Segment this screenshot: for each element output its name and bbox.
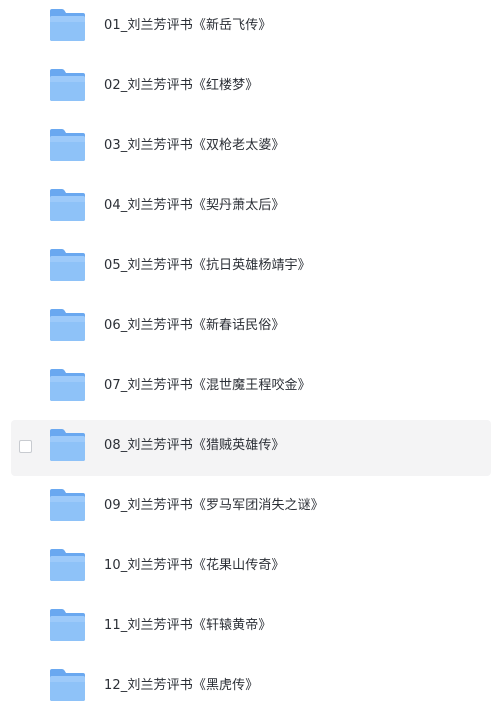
folder-icon[interactable] xyxy=(49,368,86,402)
folder-row[interactable]: 02_刘兰芳评书《红楼梦》 xyxy=(11,60,491,116)
folder-name[interactable]: 04_刘兰芳评书《契丹萧太后》 xyxy=(104,197,285,215)
folder-icon[interactable] xyxy=(49,8,86,42)
folder-row[interactable]: 10_刘兰芳评书《花果山传奇》 xyxy=(11,540,491,596)
folder-row[interactable]: 08_刘兰芳评书《猎贼英雄传》 xyxy=(11,420,491,476)
file-list: 01_刘兰芳评书《新岳飞传》 02_刘兰芳评书《红楼梦》 03_刘兰芳评书《双枪老太… xyxy=(0,0,491,707)
folder-icon[interactable] xyxy=(49,668,86,702)
folder-icon[interactable] xyxy=(49,248,86,282)
folder-row[interactable]: 12_刘兰芳评书《黑虎传》 xyxy=(11,660,491,716)
folder-row[interactable]: 05_刘兰芳评书《抗日英雄杨靖宇》 xyxy=(11,240,491,296)
folder-name[interactable]: 11_刘兰芳评书《轩辕黄帝》 xyxy=(104,617,271,635)
folder-name[interactable]: 05_刘兰芳评书《抗日英雄杨靖宇》 xyxy=(104,257,311,275)
folder-icon[interactable] xyxy=(49,548,86,582)
folder-row[interactable]: 06_刘兰芳评书《新春话民俗》 xyxy=(11,300,491,356)
folder-name[interactable]: 07_刘兰芳评书《混世魔王程咬金》 xyxy=(104,377,311,395)
folder-name[interactable]: 12_刘兰芳评书《黑虎传》 xyxy=(104,677,258,695)
folder-row[interactable]: 01_刘兰芳评书《新岳飞传》 xyxy=(11,0,491,56)
folder-icon[interactable] xyxy=(49,608,86,642)
folder-icon[interactable] xyxy=(49,488,86,522)
folder-name[interactable]: 10_刘兰芳评书《花果山传奇》 xyxy=(104,557,285,575)
folder-name[interactable]: 08_刘兰芳评书《猎贼英雄传》 xyxy=(104,437,285,455)
folder-name[interactable]: 02_刘兰芳评书《红楼梦》 xyxy=(104,77,258,95)
folder-name[interactable]: 06_刘兰芳评书《新春话民俗》 xyxy=(104,317,285,335)
folder-icon[interactable] xyxy=(49,428,86,462)
folder-icon[interactable] xyxy=(49,308,86,342)
folder-row[interactable]: 04_刘兰芳评书《契丹萧太后》 xyxy=(11,180,491,236)
folder-row[interactable]: 03_刘兰芳评书《双枪老太婆》 xyxy=(11,120,491,176)
folder-row[interactable]: 09_刘兰芳评书《罗马军团消失之谜》 xyxy=(11,480,491,536)
folder-name[interactable]: 09_刘兰芳评书《罗马军团消失之谜》 xyxy=(104,497,324,515)
row-checkbox[interactable] xyxy=(19,440,32,453)
folder-icon[interactable] xyxy=(49,188,86,222)
folder-icon[interactable] xyxy=(49,68,86,102)
folder-name[interactable]: 03_刘兰芳评书《双枪老太婆》 xyxy=(104,137,285,155)
folder-icon[interactable] xyxy=(49,128,86,162)
folder-name[interactable]: 01_刘兰芳评书《新岳飞传》 xyxy=(104,17,271,35)
folder-row[interactable]: 07_刘兰芳评书《混世魔王程咬金》 xyxy=(11,360,491,416)
folder-row[interactable]: 11_刘兰芳评书《轩辕黄帝》 xyxy=(11,600,491,656)
